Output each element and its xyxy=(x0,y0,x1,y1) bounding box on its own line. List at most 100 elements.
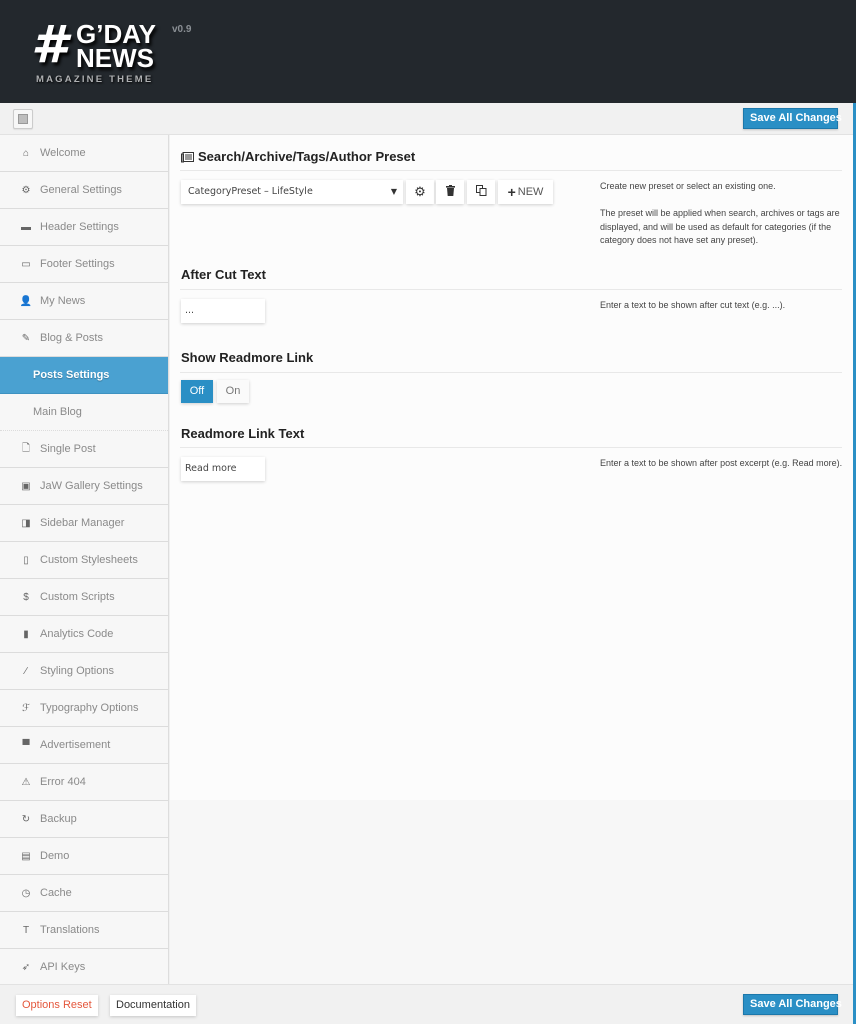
section-divider xyxy=(180,170,842,171)
preset-select[interactable]: CategoryPreset – LifeStyle ▼ xyxy=(181,180,403,204)
bar-chart-icon: ▮ xyxy=(23,628,29,640)
sidebar-item-custom-stylesheets[interactable]: ▯ Custom Stylesheets xyxy=(0,542,168,579)
readmore-text-title: Readmore Link Text xyxy=(181,426,305,441)
sidebar-item-label: My News xyxy=(40,295,86,307)
preset-duplicate-button[interactable] xyxy=(467,180,495,204)
preset-desc-line1: Create new preset or select an existing … xyxy=(600,181,776,191)
sidebar-item-label: Cache xyxy=(40,887,72,899)
brush-icon: ∕ xyxy=(25,665,27,677)
sidebar-item-general-settings[interactable]: ⚙ General Settings xyxy=(0,172,168,209)
ad-layout-icon: ▀ xyxy=(22,739,30,751)
preset-desc-line2: The preset will be applied when search, … xyxy=(600,208,840,245)
text-icon: T xyxy=(22,924,30,936)
options-reset-button[interactable]: Options Reset xyxy=(16,995,98,1016)
sidebar-item-jaw-gallery-settings[interactable]: ▣ JaW Gallery Settings xyxy=(0,468,168,505)
sidebar-item-label: Main Blog xyxy=(33,406,82,418)
font-icon: ℱ xyxy=(22,702,30,714)
sidebar-item-label: API Keys xyxy=(40,961,86,973)
preset-section-title: Search/Archive/Tags/Author Preset xyxy=(181,149,415,164)
sidebar-toggle-button[interactable] xyxy=(13,109,33,129)
sidebar-item-advertisement[interactable]: ▀ Advertisement xyxy=(0,727,168,764)
footer-bar: Options Reset Documentation xyxy=(0,984,853,1024)
sidebar-toggle-icon xyxy=(18,114,28,124)
sidebar-item-welcome[interactable]: ⌂ Welcome xyxy=(0,135,168,172)
save-all-changes-button-top[interactable]: Save All Changes xyxy=(743,108,842,129)
sidebar-item-label: Advertisement xyxy=(40,739,111,751)
sidebar-item-main-blog[interactable]: Main Blog xyxy=(0,394,168,431)
sidebar-item-label: Demo xyxy=(40,850,70,862)
readmore-text-description: Enter a text to be shown after post exce… xyxy=(600,458,843,468)
version-label: v0.9 xyxy=(172,24,192,35)
sidebar-item-label: Error 404 xyxy=(40,776,86,788)
sidebar-item-footer-settings[interactable]: ▭ Footer Settings xyxy=(0,246,168,283)
sidebar-item-styling-options[interactable]: ∕ Styling Options xyxy=(0,653,168,690)
after-cut-text-input[interactable]: ... xyxy=(181,299,265,323)
sidebar-nav: ⌂ Welcome ⚙ General Settings ▬ Header Setting… xyxy=(0,135,169,986)
sidebar-item-single-post[interactable]: 🗋 Single Post xyxy=(0,431,168,468)
gear-icon: ⚙ xyxy=(21,184,31,196)
sidebar-item-demo[interactable]: ▤ Demo xyxy=(0,838,168,875)
show-readmore-title: Show Readmore Link xyxy=(181,350,314,365)
logo-line-2: NEWS xyxy=(76,43,154,73)
edit-icon: ✎ xyxy=(21,332,31,344)
sidebar-item-sidebar-manager[interactable]: ◨ Sidebar Manager xyxy=(0,505,168,542)
header-window-icon: ▬ xyxy=(21,221,31,233)
settings-panel: Search/Archive/Tags/Author Preset Catego… xyxy=(170,135,853,800)
readmore-off-option[interactable]: Off xyxy=(181,380,213,403)
sidebar-item-label: Translations xyxy=(40,924,100,936)
readmore-text-input[interactable]: Read more xyxy=(181,457,265,481)
archive-icon: ▤ xyxy=(21,850,31,862)
preset-selected-value: CategoryPreset – LifeStyle xyxy=(188,186,313,197)
save-all-changes-button-bottom[interactable]: Save All Changes xyxy=(743,994,842,1015)
after-cut-description: Enter a text to be shown after cut text … xyxy=(600,300,786,310)
after-cut-title: After Cut Text xyxy=(181,267,266,282)
sidebar-item-error-404[interactable]: ⚠ Error 404 xyxy=(0,764,168,801)
sidebar-item-label: Backup xyxy=(40,813,77,825)
sidebar-item-translations[interactable]: T Translations xyxy=(0,912,168,949)
refresh-icon: ↻ xyxy=(21,813,31,825)
preset-delete-button[interactable] xyxy=(436,180,464,204)
section-divider xyxy=(180,372,842,373)
newspaper-icon xyxy=(181,151,194,163)
sidebar-item-label: Styling Options xyxy=(40,665,114,677)
preset-description: Create new preset or select an existing … xyxy=(600,180,850,248)
sidebar-item-label: Welcome xyxy=(40,147,86,159)
sidebar-item-posts-settings[interactable]: Posts Settings xyxy=(0,357,168,394)
sidebar-item-label: Single Post xyxy=(40,443,96,455)
sidebar-item-label: Analytics Code xyxy=(40,628,114,640)
sidebar-item-typography-options[interactable]: ℱ Typography Options xyxy=(0,690,168,727)
sidebar-item-header-settings[interactable]: ▬ Header Settings xyxy=(0,209,168,246)
preset-title-text: Search/Archive/Tags/Author Preset xyxy=(198,149,416,164)
sidebar-item-label: Custom Stylesheets xyxy=(40,554,138,566)
sidebar-item-label: Typography Options xyxy=(40,702,139,714)
header-bar: # G’DAY NEWS MAGAZINE THEME v0.9 xyxy=(0,0,856,103)
sidebar-item-label: Blog & Posts xyxy=(40,332,103,344)
sidebar-item-label: Custom Scripts xyxy=(40,591,115,603)
sidebar-item-label: JaW Gallery Settings xyxy=(40,480,143,492)
new-label: NEW xyxy=(517,186,544,198)
home-icon: ⌂ xyxy=(22,147,30,159)
footer-window-icon: ▭ xyxy=(21,258,31,270)
gear-icon: ⚙ xyxy=(414,184,426,199)
preset-new-button[interactable]: + NEW xyxy=(498,180,553,204)
dollar-icon: $ xyxy=(23,591,29,603)
readmore-toggle: Off On xyxy=(181,380,249,403)
sidebar-item-blog-posts[interactable]: ✎ Blog & Posts xyxy=(0,320,168,357)
sidebar-item-cache[interactable]: ◷ Cache xyxy=(0,875,168,912)
image-icon: ▣ xyxy=(21,480,31,492)
readmore-on-option[interactable]: On xyxy=(217,380,249,403)
sidebar-item-custom-scripts[interactable]: $ Custom Scripts xyxy=(0,579,168,616)
documentation-button[interactable]: Documentation xyxy=(110,995,196,1016)
sidebar-item-analytics-code[interactable]: ▮ Analytics Code xyxy=(0,616,168,653)
sidebar-item-api-keys[interactable]: ➶ API Keys xyxy=(0,949,168,986)
sidebar-item-my-news[interactable]: 👤 My News xyxy=(0,283,168,320)
chevron-down-icon: ▼ xyxy=(390,187,397,196)
theme-logo: # G’DAY NEWS MAGAZINE THEME xyxy=(30,19,170,90)
rocket-icon: ➶ xyxy=(21,961,31,973)
sidebar-item-backup[interactable]: ↻ Backup xyxy=(0,801,168,838)
code-file-icon: ▯ xyxy=(23,554,29,566)
sidebar-item-label: General Settings xyxy=(40,184,122,196)
section-divider xyxy=(180,447,842,448)
settings-panel-empty-area xyxy=(170,800,853,984)
preset-settings-button[interactable]: ⚙ xyxy=(406,180,434,204)
